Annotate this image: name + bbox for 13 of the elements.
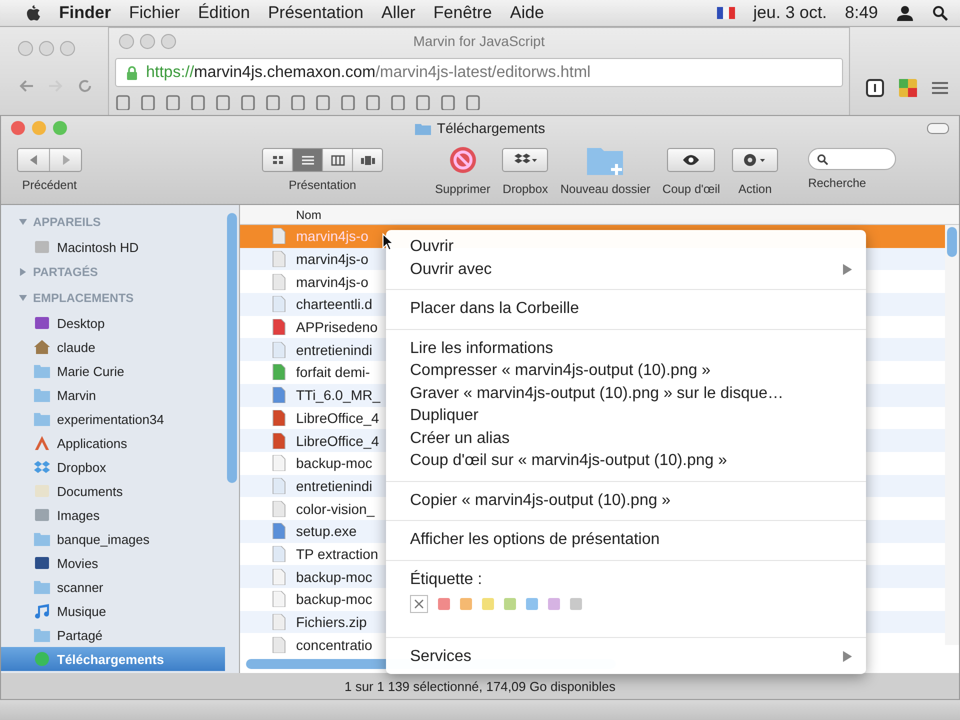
window-title: Marvin for JavaScript [412, 33, 546, 49]
toolbar-label: Dropbox [502, 182, 548, 196]
toolbar-label: Action [738, 182, 772, 196]
toolbar-label: Coup d'œil [662, 182, 720, 196]
label-heading: Étiquette : [410, 570, 484, 588]
toolbar-label: Précédent [22, 178, 77, 192]
toolbar-label: Présentation [288, 178, 356, 192]
toolbar-label: Supprimer [435, 182, 490, 196]
status-text: 1 sur 1 139 sélectionné, 174,09 Go disponibles [344, 678, 616, 694]
window-title: Téléchargements [436, 120, 546, 136]
toolbar-label: Nouveau dossier [560, 182, 650, 196]
url-text: https://marvin4js.chemaxon.com/marvin4js-latest/editorws.html [146, 64, 591, 82]
toolbar-label: Recherche [808, 176, 866, 190]
